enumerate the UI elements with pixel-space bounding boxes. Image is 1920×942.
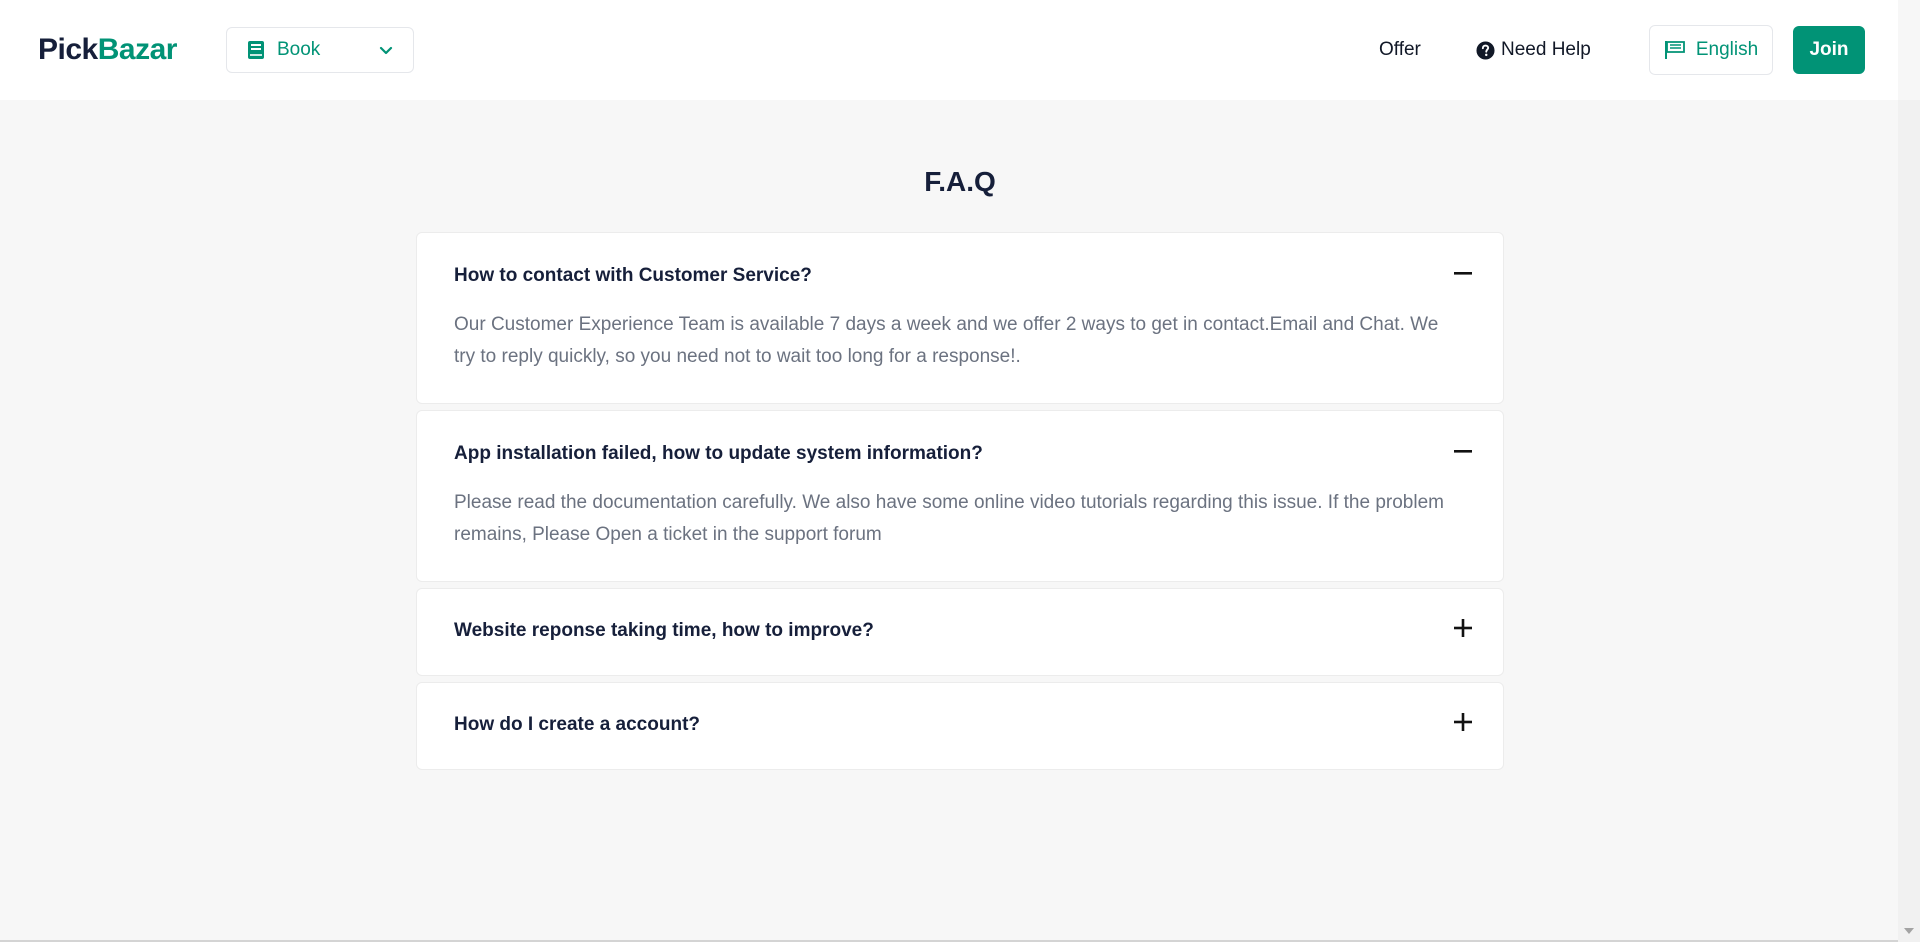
nav-need-help-label: Need Help xyxy=(1501,39,1591,60)
logo[interactable]: Pick Bazar xyxy=(38,30,177,70)
faq-item: How do I create a account? xyxy=(416,682,1504,770)
minus-icon[interactable] xyxy=(1453,263,1473,283)
vertical-scrollbar[interactable] xyxy=(1898,100,1920,942)
faq-item: App installation failed, how to update s… xyxy=(416,410,1504,582)
faq-question[interactable]: Website reponse taking time, how to impr… xyxy=(454,620,874,642)
nav-need-help-link[interactable]: Need Help xyxy=(1476,36,1591,64)
book-icon xyxy=(247,40,265,60)
site-header: Pick Bazar Book Offer Need Help English … xyxy=(0,0,1898,100)
faq-question[interactable]: How do I create a account? xyxy=(454,714,700,736)
logo-text-pick: Pick xyxy=(38,33,98,66)
type-selector-dropdown[interactable]: Book xyxy=(226,27,414,73)
chevron-down-icon xyxy=(379,43,393,57)
page: Pick Bazar Book Offer Need Help English … xyxy=(0,0,1920,942)
join-button[interactable]: Join xyxy=(1793,26,1865,74)
language-label: English xyxy=(1695,39,1759,60)
minus-icon[interactable] xyxy=(1453,441,1473,461)
flag-icon xyxy=(1664,40,1686,60)
logo-text-bazar: Bazar xyxy=(97,33,178,66)
faq-answer: Please read the documentation carefully.… xyxy=(454,492,1444,545)
type-selector-label: Book xyxy=(277,39,321,60)
language-selector-button[interactable]: English xyxy=(1649,25,1773,75)
faq-question[interactable]: App installation failed, how to update s… xyxy=(454,443,983,465)
faq-question[interactable]: How to contact with Customer Service? xyxy=(454,265,812,287)
plus-icon[interactable] xyxy=(1453,712,1473,732)
nav-offer-link[interactable]: Offer xyxy=(1379,36,1421,64)
plus-icon[interactable] xyxy=(1453,618,1473,638)
faq-item: Website reponse taking time, how to impr… xyxy=(416,588,1504,676)
scroll-down-arrow-icon[interactable] xyxy=(1904,928,1914,934)
faq-answer: Our Customer Experience Team is availabl… xyxy=(454,314,1439,367)
question-circle-icon xyxy=(1476,40,1495,60)
faq-item: How to contact with Customer Service? Ou… xyxy=(416,232,1504,404)
page-title: F.A.Q xyxy=(924,166,996,197)
